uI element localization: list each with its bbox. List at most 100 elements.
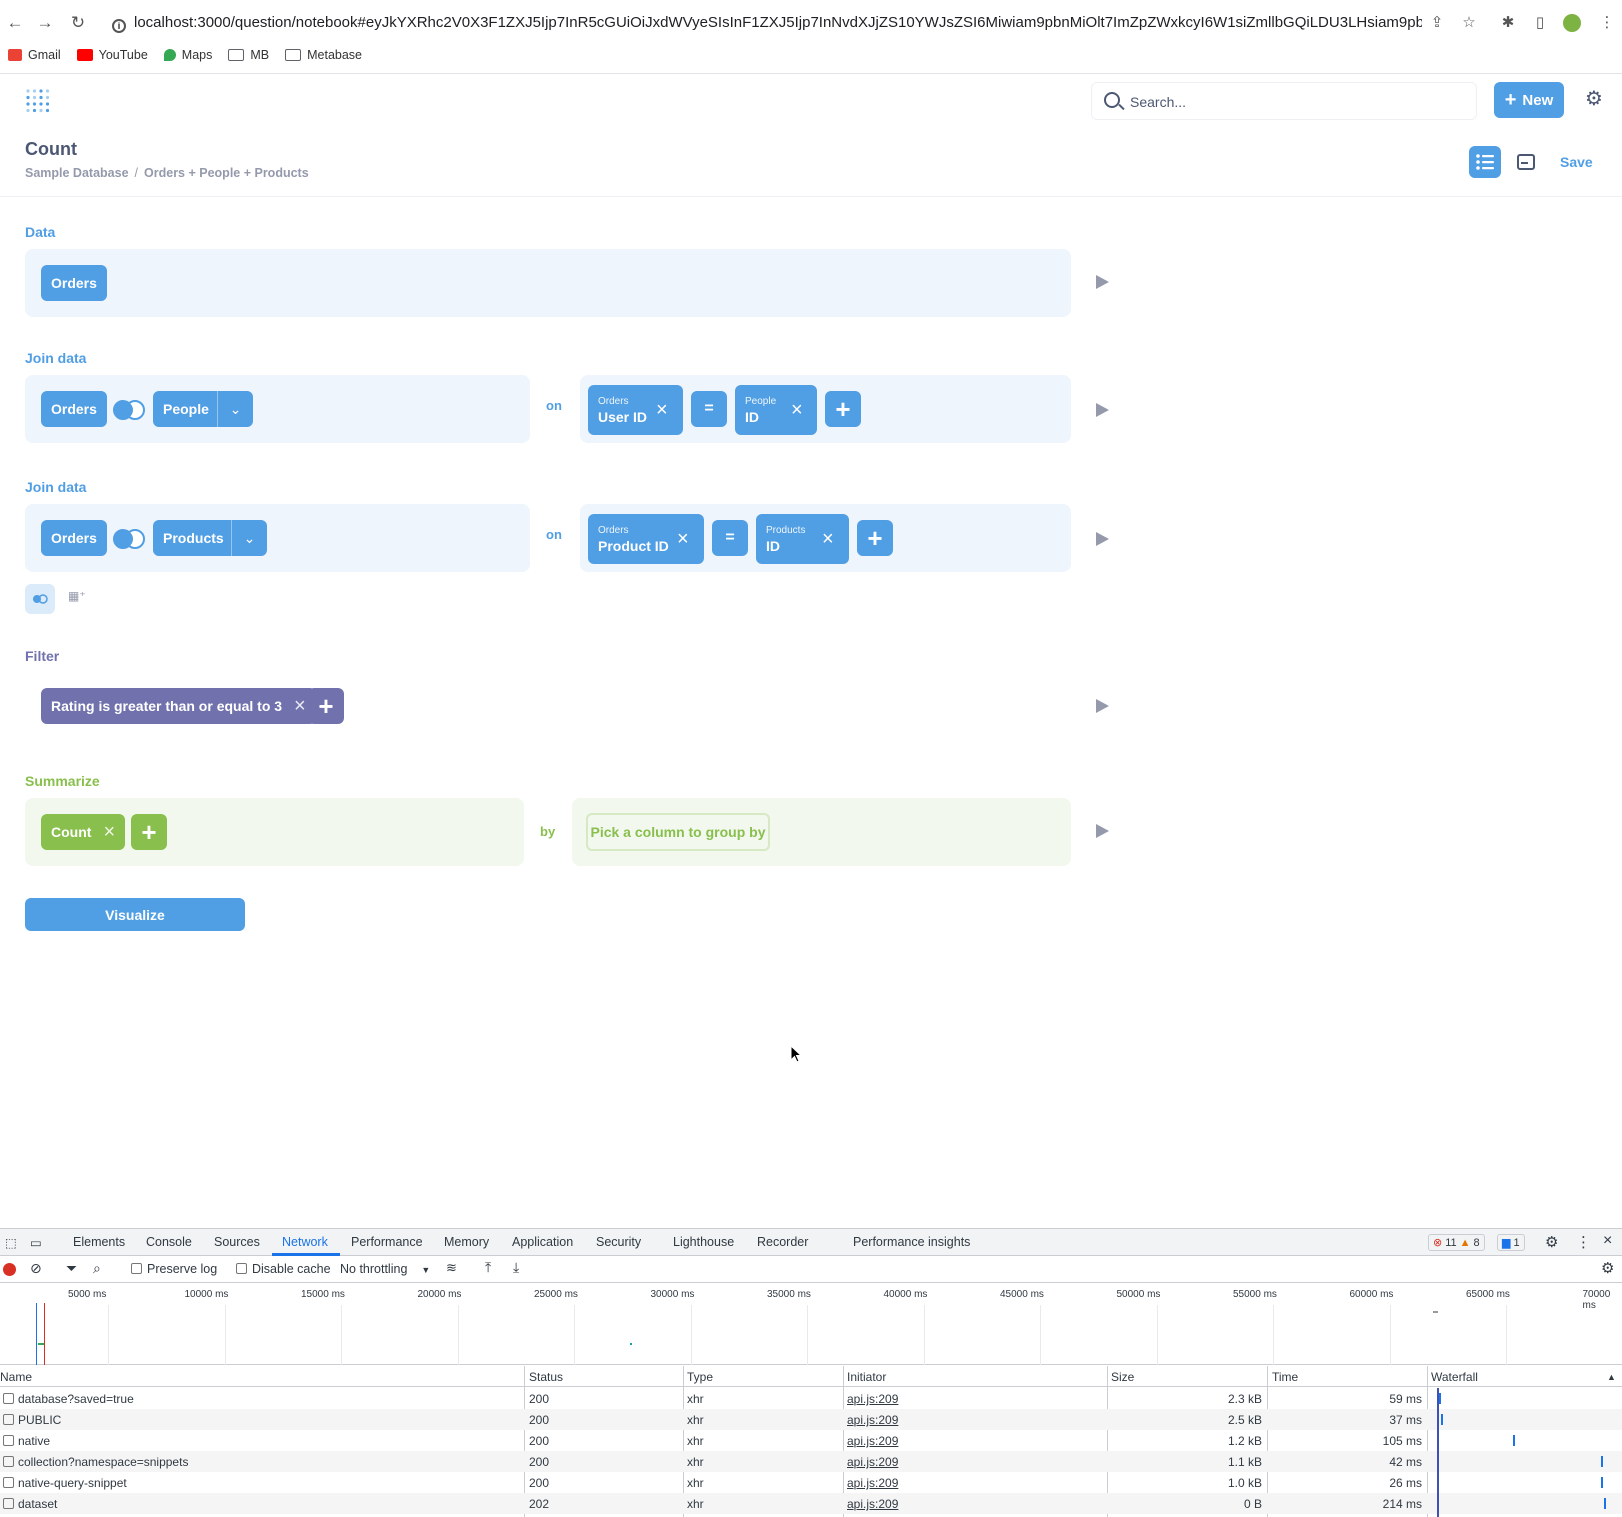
add-custom-column-icon[interactable]: ▦⁺	[68, 589, 88, 609]
preview-play-icon[interactable]	[1096, 699, 1109, 713]
checkbox[interactable]	[3, 1498, 14, 1509]
join-rhs-column[interactable]: PeopleID	[735, 385, 817, 435]
visualize-button[interactable]: Visualize	[25, 898, 245, 931]
forward-icon[interactable]: →	[34, 12, 56, 34]
tab-recorder[interactable]: Recorder	[757, 1235, 808, 1249]
add-join-condition-button[interactable]: +	[857, 520, 893, 556]
preserve-log-checkbox[interactable]: Preserve log	[131, 1262, 217, 1276]
device-toolbar-icon[interactable]: ▭	[30, 1235, 42, 1250]
table-row[interactable]: PUBLIC200xhrapi.js:2092.5 kB37 ms	[0, 1409, 1622, 1430]
add-join-condition-button[interactable]: +	[825, 391, 861, 427]
col-initiator[interactable]: Initiator	[847, 1370, 886, 1384]
checkbox[interactable]	[3, 1456, 14, 1467]
metabase-logo-icon[interactable]	[25, 88, 51, 114]
tab-security[interactable]: Security	[596, 1235, 641, 1249]
close-icon[interactable]: ×	[656, 399, 668, 422]
close-icon[interactable]: ×	[1603, 1232, 1612, 1250]
table-row[interactable]: collection?namespace=snippets200xhrapi.j…	[0, 1451, 1622, 1472]
tab-performance[interactable]: Performance	[351, 1235, 423, 1249]
messages-badge[interactable]: ▆1	[1497, 1234, 1525, 1251]
browser-menu-icon[interactable]: ⋮	[1596, 12, 1618, 34]
sort-ascending-icon[interactable]: ▲	[1607, 1372, 1616, 1382]
search-box[interactable]	[1091, 82, 1477, 120]
gear-icon[interactable]: ⚙	[1584, 89, 1604, 109]
col-type[interactable]: Type	[687, 1370, 713, 1384]
filter-icon[interactable]: ⏷	[66, 1260, 77, 1277]
add-metric-button[interactable]: +	[131, 814, 167, 850]
close-icon[interactable]: ×	[677, 528, 689, 551]
pick-group-column-button[interactable]: Pick a column to group by	[586, 813, 770, 851]
cell-initiator[interactable]: api.js:209	[847, 1434, 898, 1448]
bookmark-metabase[interactable]: Metabase	[285, 48, 362, 62]
col-size[interactable]: Size	[1111, 1370, 1134, 1384]
export-har-icon[interactable]: ⤓	[513, 1259, 519, 1276]
table-row[interactable]: native-query-snippet200xhrapi.js:2091.0 …	[0, 1472, 1622, 1493]
breadcrumb-source[interactable]: Orders + People + Products	[144, 166, 309, 180]
inspect-element-icon[interactable]: ⬚	[5, 1235, 17, 1250]
add-join-step-button[interactable]	[25, 584, 55, 614]
chevron-down-icon[interactable]: ⌄	[231, 520, 267, 556]
preview-play-icon[interactable]	[1096, 275, 1109, 289]
chevron-down-icon[interactable]: ⌄	[217, 391, 253, 427]
side-panel-icon[interactable]: ▯	[1529, 12, 1551, 34]
disable-cache-checkbox[interactable]: Disable cache	[236, 1262, 331, 1276]
throttling-select[interactable]: No throttling▼	[340, 1262, 430, 1276]
visualization-toggle[interactable]	[1510, 146, 1542, 178]
close-icon[interactable]: ×	[103, 822, 115, 842]
reload-icon[interactable]: ↻	[67, 12, 89, 34]
checkbox[interactable]	[3, 1477, 14, 1488]
add-filter-button[interactable]: +	[308, 688, 344, 724]
notebook-editor-toggle[interactable]	[1469, 146, 1501, 178]
back-icon[interactable]: ←	[4, 12, 26, 34]
data-table-pill[interactable]: Orders	[41, 265, 107, 301]
tab-console[interactable]: Console	[146, 1235, 192, 1249]
checkbox[interactable]	[131, 1263, 142, 1274]
col-name[interactable]: Name	[0, 1370, 32, 1384]
clear-icon[interactable]: ⊘	[30, 1260, 42, 1277]
bookmark-star-icon[interactable]: ☆	[1458, 12, 1480, 34]
breadcrumb-database[interactable]: Sample Database	[25, 166, 129, 180]
profile-avatar[interactable]	[1563, 14, 1581, 32]
address-bar[interactable]: ilocalhost:3000/question/notebook#eyJkYX…	[112, 10, 1422, 36]
join-type-icon[interactable]	[112, 399, 146, 421]
bookmark-maps[interactable]: Maps	[164, 48, 213, 62]
tab-sources[interactable]: Sources	[214, 1235, 260, 1249]
table-row[interactable]: dataset202xhrapi.js:2090 B214 ms	[0, 1493, 1622, 1514]
issues-badge[interactable]: ⊗11 ▲8	[1428, 1234, 1485, 1251]
tab-network[interactable]: Network	[282, 1235, 328, 1249]
col-time[interactable]: Time	[1272, 1370, 1298, 1384]
checkbox[interactable]	[3, 1435, 14, 1446]
extensions-icon[interactable]: ✱	[1497, 12, 1519, 34]
join-operator[interactable]: =	[691, 391, 727, 427]
devtools-menu-icon[interactable]: ⋮	[1576, 1233, 1591, 1251]
join-rhs-column[interactable]: ProductsID	[756, 514, 849, 564]
close-icon[interactable]: ×	[822, 528, 834, 551]
checkbox[interactable]	[236, 1263, 247, 1274]
close-icon[interactable]: ×	[791, 399, 803, 422]
preview-play-icon[interactable]	[1096, 403, 1109, 417]
table-row[interactable]: native200xhrapi.js:2091.2 kB105 ms	[0, 1430, 1622, 1451]
network-overview-timeline[interactable]: 5000 ms10000 ms15000 ms20000 ms25000 ms3…	[0, 1283, 1622, 1365]
join-left-table[interactable]: Orders	[41, 391, 107, 427]
tab-application[interactable]: Application	[512, 1235, 573, 1249]
record-icon[interactable]	[3, 1263, 16, 1276]
cell-initiator[interactable]: api.js:209	[847, 1497, 898, 1511]
tab-lighthouse[interactable]: Lighthouse	[673, 1235, 734, 1249]
import-har-icon[interactable]: ⤒	[485, 1259, 491, 1276]
tab-elements[interactable]: Elements	[73, 1235, 125, 1249]
col-waterfall[interactable]: Waterfall	[1431, 1370, 1478, 1384]
tab-memory[interactable]: Memory	[444, 1235, 489, 1249]
tab-performance-insights[interactable]: Performance insights	[853, 1235, 970, 1249]
bookmark-youtube[interactable]: YouTube	[77, 48, 148, 62]
checkbox[interactable]	[3, 1393, 14, 1404]
close-icon[interactable]: ×	[294, 696, 306, 716]
bookmark-gmail[interactable]: Gmail	[8, 48, 61, 62]
new-button[interactable]: +New	[1494, 82, 1564, 118]
cell-initiator[interactable]: api.js:209	[847, 1392, 898, 1406]
join-left-table[interactable]: Orders	[41, 520, 107, 556]
preview-play-icon[interactable]	[1096, 532, 1109, 546]
bookmark-mb[interactable]: MB	[228, 48, 269, 62]
table-row[interactable]: database?saved=true200xhrapi.js:2092.3 k…	[0, 1388, 1622, 1409]
preview-play-icon[interactable]	[1096, 824, 1109, 838]
col-status[interactable]: Status	[529, 1370, 563, 1384]
